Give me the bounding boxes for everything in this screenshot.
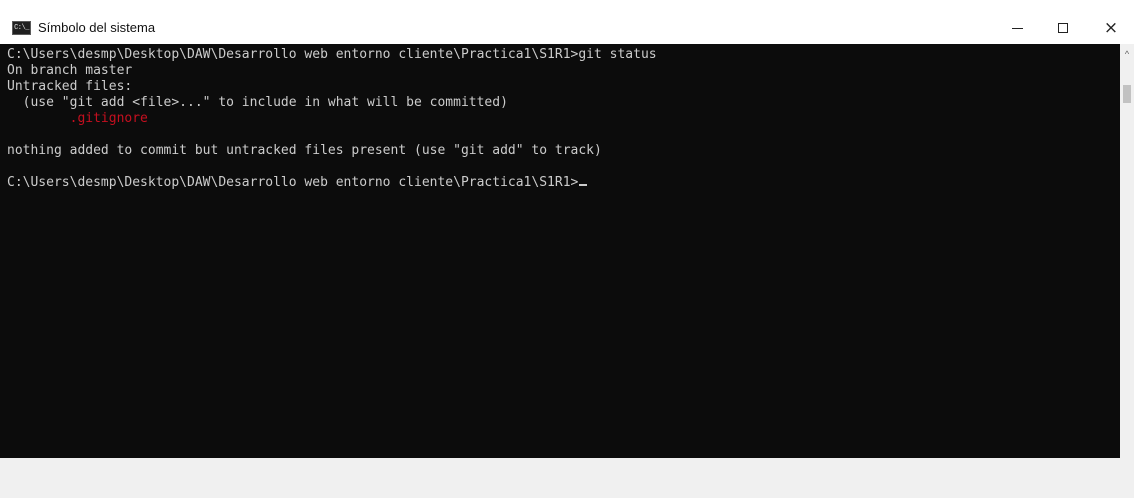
console-line-untracked-file: .gitignore: [7, 111, 148, 126]
console-window: C:\_ Símbolo del sistema × C:\Users\desm…: [0, 0, 1134, 498]
command-prompt-icon-text: C:\_: [14, 23, 29, 32]
close-button[interactable]: ×: [1088, 12, 1134, 44]
console-line-hint: (use "git add <file>..." to include in w…: [7, 95, 508, 110]
console-prompt-text: C:\Users\desmp\Desktop\DAW\Desarrollo we…: [7, 175, 579, 190]
maximize-icon: [1058, 23, 1068, 33]
title-bar[interactable]: C:\_ Símbolo del sistema ×: [0, 0, 1134, 44]
command-prompt-icon[interactable]: C:\_: [12, 21, 31, 35]
close-icon: ×: [1103, 17, 1119, 38]
text-cursor: [579, 184, 588, 186]
console-line-blank-1: [7, 127, 1120, 143]
console-line-prompt[interactable]: C:\Users\desmp\Desktop\DAW\Desarrollo we…: [7, 175, 1120, 191]
console-line-command: C:\Users\desmp\Desktop\DAW\Desarrollo we…: [7, 47, 657, 62]
window-bottom-border: [0, 458, 1134, 498]
console-line-branch: On branch master: [7, 63, 133, 78]
console-output[interactable]: C:\Users\desmp\Desktop\DAW\Desarrollo we…: [0, 44, 1120, 458]
vertical-scrollbar[interactable]: ^: [1120, 44, 1134, 458]
scrollbar-thumb[interactable]: [1123, 85, 1131, 103]
console-line-summary: nothing added to commit but untracked fi…: [7, 143, 602, 158]
window-title: Símbolo del sistema: [38, 20, 156, 35]
minimize-button[interactable]: [994, 12, 1040, 44]
console-line-blank-2: [7, 159, 1120, 175]
minimize-icon: [1011, 27, 1023, 29]
console-line-untracked-header: Untracked files:: [7, 79, 133, 94]
maximize-button[interactable]: [1040, 12, 1086, 44]
scroll-up-arrow-icon[interactable]: ^: [1120, 48, 1134, 60]
